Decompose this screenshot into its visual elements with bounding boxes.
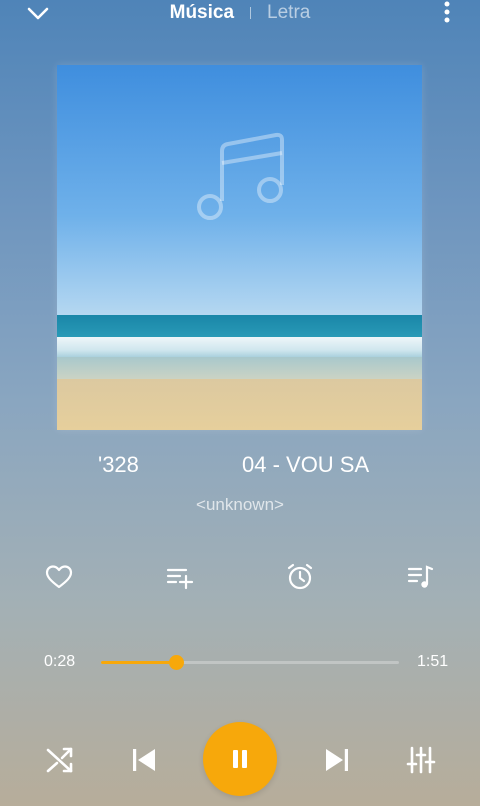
song-title: 04 - VOU SA (242, 452, 370, 477)
alarm-clock-icon[interactable] (285, 562, 315, 592)
shuffle-icon[interactable] (44, 744, 76, 776)
seek-bar[interactable] (101, 655, 399, 670)
skip-previous-icon[interactable] (128, 744, 160, 776)
tab-letra[interactable]: Letra (267, 2, 310, 23)
tab-bar: Música Letra (0, 2, 480, 24)
seek-bar-progress (101, 661, 177, 664)
album-art (57, 65, 422, 430)
more-vertical-icon[interactable] (436, 0, 458, 26)
pause-icon (233, 750, 247, 768)
tab-separator (250, 6, 252, 19)
art-sand (57, 379, 422, 430)
pause-button[interactable] (203, 722, 277, 796)
tab-musica[interactable]: Música (170, 2, 234, 23)
art-surf (57, 337, 422, 359)
elapsed-time: 0:28 (44, 653, 76, 670)
playlist-add-icon[interactable] (164, 562, 194, 592)
queue-music-icon[interactable] (406, 562, 436, 592)
art-wet-sand (57, 357, 422, 379)
total-duration: 1:51 (417, 653, 449, 670)
seek-bar-thumb[interactable] (169, 655, 185, 670)
song-title-wrapped: '328 (98, 452, 139, 477)
heart-icon[interactable] (44, 562, 74, 592)
music-note-icon (185, 127, 295, 237)
top-bar: Música Letra (0, 0, 480, 28)
artist-name: <unknown> (196, 495, 284, 514)
skip-next-icon[interactable] (321, 744, 353, 776)
equalizer-icon[interactable] (405, 744, 437, 776)
